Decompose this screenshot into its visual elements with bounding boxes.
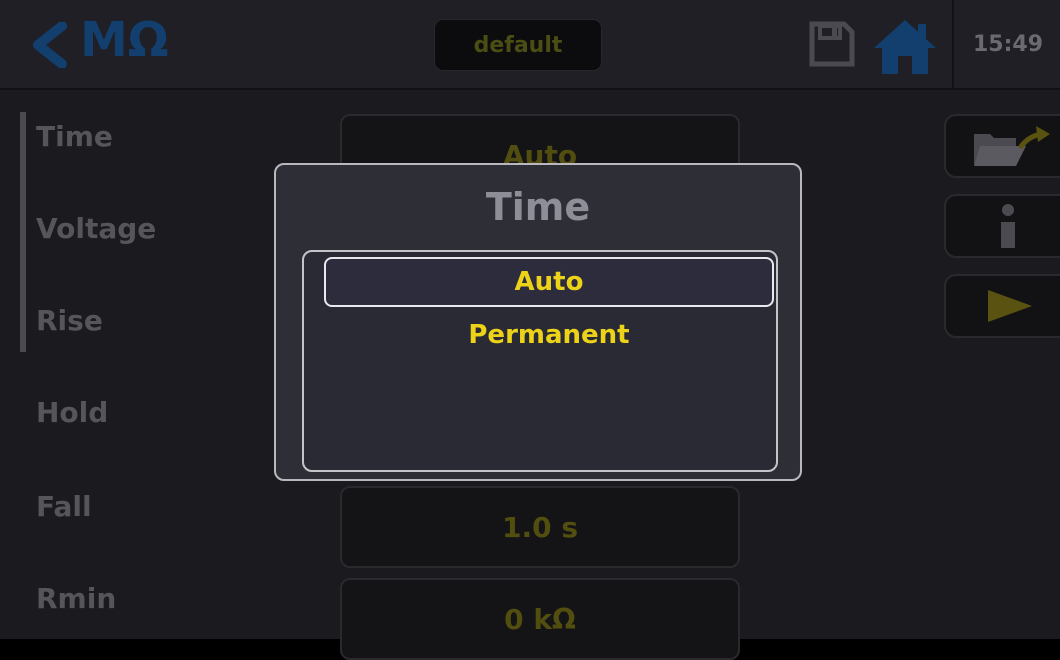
option-list: Auto Permanent <box>302 250 778 472</box>
option-permanent[interactable]: Permanent <box>324 310 774 360</box>
time-select-dialog: Time Auto Permanent <box>274 163 802 481</box>
option-auto[interactable]: Auto <box>324 257 774 307</box>
dialog-title: Time <box>485 185 591 229</box>
screen: MΩ default 15:49 Time Voltage Rise Hold … <box>0 0 1060 660</box>
